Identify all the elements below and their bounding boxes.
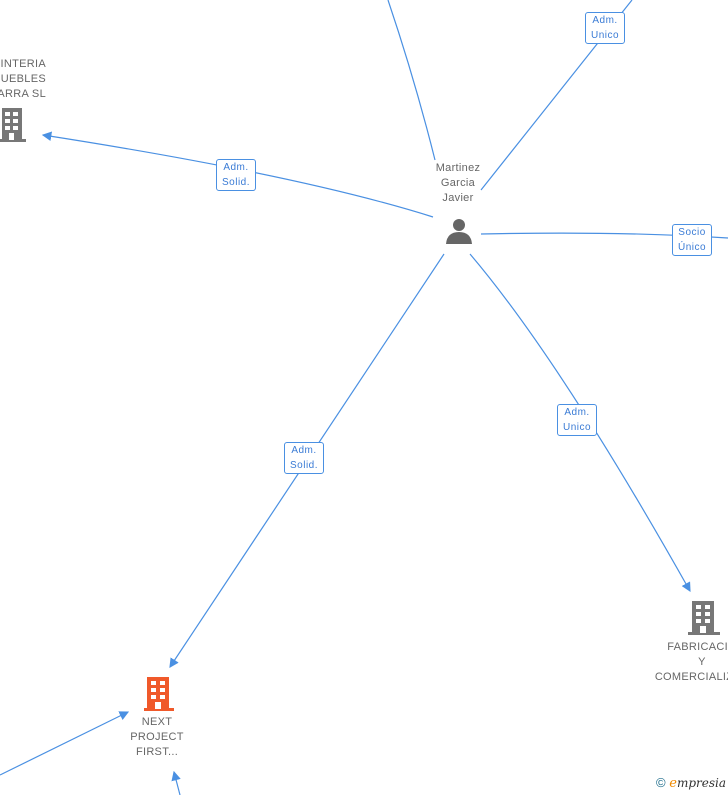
- edge-label-bottom-right: Adm. Unico: [557, 404, 598, 436]
- brand-initial: e: [669, 776, 677, 791]
- person-icon[interactable]: [445, 217, 473, 245]
- edge-label-top-right: Adm. Unico: [585, 12, 626, 44]
- edges: [0, 0, 728, 795]
- edge-top: [387, 0, 436, 161]
- building-icon[interactable]: [0, 108, 26, 142]
- edge-label-left: Adm. Solid.: [216, 159, 257, 191]
- bottom-right-company-label: FABRICACIO Y COMERCIALIZAC: [654, 641, 728, 683]
- bottom-right-company-name[interactable]: FABRICACIO Y COMERCIALIZAC: [640, 640, 728, 685]
- edge-incoming-bottom: [171, 770, 181, 795]
- brand-name: mpresia: [676, 776, 726, 790]
- left-company-name[interactable]: PINTERIA UEBLES ARRA SL: [0, 57, 46, 102]
- building-icon[interactable]: [688, 601, 720, 635]
- edge-label-bottom-left: Adm. Solid.: [284, 442, 325, 474]
- building-icon-highlighted[interactable]: [144, 677, 174, 711]
- person-name[interactable]: Martinez Garcia Javier: [420, 161, 496, 206]
- edge-incoming-left: [0, 711, 130, 776]
- brand-logo: © empresia: [656, 775, 726, 791]
- edge-label-right: Socio Único: [672, 224, 713, 256]
- copyright-icon: ©: [656, 775, 666, 790]
- bottom-left-company-name[interactable]: NEXT PROJECT FIRST...: [117, 715, 197, 760]
